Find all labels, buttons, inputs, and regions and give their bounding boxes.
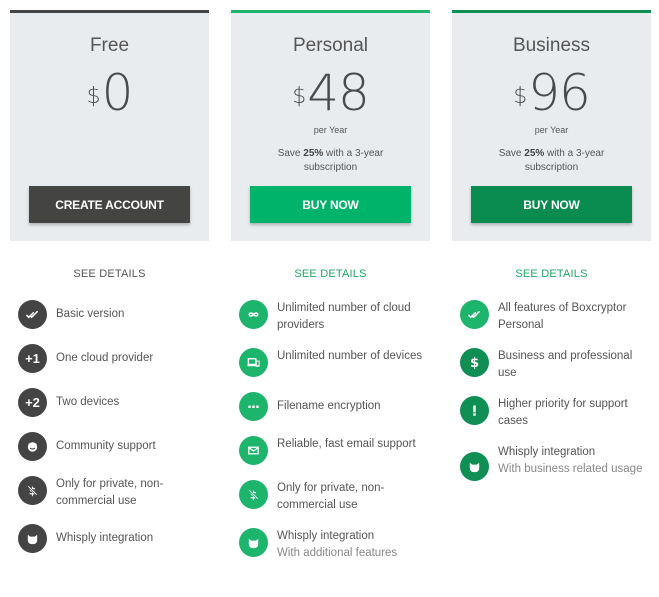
exclamation-icon (460, 396, 489, 425)
price-amount: 0 (101, 64, 134, 122)
double-check-icon (460, 300, 489, 329)
dots-icon (239, 392, 268, 421)
feature-item: Reliable, fast email support (231, 436, 430, 466)
feature-text: Only for private, non-commercial use (56, 478, 164, 507)
whisply-icon (239, 528, 268, 557)
create-account-button[interactable]: CREATE ACCOUNT (29, 186, 190, 223)
feature-item: Basic version (10, 300, 209, 330)
price-amount: 48 (307, 64, 370, 122)
plan-free: Free $0 CREATE ACCOUNT SEE DETAILS Basic… (10, 10, 209, 568)
plan-price: $96 (452, 65, 651, 121)
currency-symbol: $ (86, 84, 101, 109)
plan-card-business: Business $96 per Year Save 25% with a 3-… (452, 10, 651, 241)
feature-text: Whisply integration With business related… (498, 444, 642, 478)
feature-text: Basic version (56, 308, 125, 320)
feature-item: Unlimited number of cloud providers (231, 300, 430, 334)
dollar-icon: $ (460, 348, 489, 377)
no-dollar-icon: $ (18, 476, 47, 505)
see-details-link-business[interactable]: SEE DETAILS (452, 268, 651, 280)
plan-price: $0 (10, 65, 209, 121)
feature-item: Filename encryption (231, 392, 430, 422)
whisply-icon (460, 452, 489, 481)
feature-text: Filename encryption (277, 400, 381, 412)
plan-name: Free (89, 35, 130, 56)
feature-item: Unlimited number of devices (231, 348, 430, 378)
feature-text: Whisply integration With additional featu… (277, 528, 397, 562)
feature-text: One cloud provider (56, 352, 154, 364)
feature-subtext: With business related usage (498, 463, 643, 475)
feature-title: Whisply integration (277, 530, 375, 542)
plan-card-personal: Personal $48 per Year Save 25% with a 3-… (231, 10, 430, 241)
feature-text: Reliable, fast email support (277, 438, 416, 450)
feature-subtext: With additional features (277, 547, 398, 559)
savings-prefix: Save (498, 148, 525, 159)
feature-list-free: Basic version +1 One cloud provider +2 T… (10, 300, 209, 554)
billing-period: per Year (534, 125, 569, 135)
double-check-icon (18, 300, 47, 329)
plan-name: Personal (293, 35, 368, 56)
svg-text:$: $ (470, 356, 479, 370)
feature-item: +1 One cloud provider (10, 344, 209, 374)
currency-symbol: $ (292, 84, 306, 109)
devices-icon (239, 348, 268, 377)
feature-item: $ Only for private, non-commercial use (10, 476, 209, 510)
buy-now-button-business[interactable]: BUY NOW (471, 186, 632, 223)
feature-item: Higher priority for support cases (452, 396, 651, 430)
feature-item: Community support (10, 432, 209, 462)
savings-note: Save 25% with a 3-year subscription (261, 147, 400, 175)
savings-percent: 25% (303, 148, 324, 159)
savings-percent: 25% (524, 148, 545, 159)
feature-text: Only for private, non-commercial use (277, 482, 385, 511)
savings-prefix: Save (277, 148, 304, 159)
feature-item: $ Only for private, non-commercial use (231, 480, 430, 514)
plan-card-free: Free $0 CREATE ACCOUNT (10, 10, 209, 241)
feature-item: +2 Two devices (10, 388, 209, 418)
feature-text: Business and professional use (498, 350, 633, 379)
feature-text: Unlimited number of cloud providers (277, 302, 411, 331)
plus-two-icon: +2 (18, 388, 47, 417)
billing-period: per Year (313, 125, 348, 135)
plus-one-icon: +1 (18, 344, 47, 373)
plan-business: Business $96 per Year Save 25% with a 3-… (452, 10, 651, 495)
feature-item: Whisply integration With business related… (452, 444, 651, 481)
feature-list-business: All features of Boxcryptor Personal $ Bu… (452, 300, 651, 481)
currency-symbol: $ (513, 84, 527, 109)
feature-list-personal: Unlimited number of cloud providers Unli… (231, 300, 430, 562)
feature-item: Whisply integration (10, 524, 209, 554)
whisply-icon (18, 524, 47, 553)
see-details-link-personal[interactable]: SEE DETAILS (231, 268, 430, 280)
feature-item: Whisply integration With additional featu… (231, 528, 430, 562)
price-amount: 96 (528, 64, 591, 122)
see-details-link-free[interactable]: SEE DETAILS (10, 268, 209, 280)
infinity-icon (239, 300, 268, 329)
feature-item: All features of Boxcryptor Personal (452, 300, 651, 334)
plan-name: Business (512, 35, 591, 56)
community-icon (18, 432, 47, 461)
feature-text: All features of Boxcryptor Personal (498, 302, 627, 331)
feature-title: Whisply integration (498, 446, 596, 458)
feature-text: Community support (56, 440, 156, 452)
plan-personal: Personal $48 per Year Save 25% with a 3-… (231, 10, 430, 576)
feature-text: Unlimited number of devices (277, 350, 423, 362)
feature-text: Two devices (56, 396, 120, 408)
plan-price: $48 (231, 65, 430, 121)
mail-icon (239, 436, 268, 465)
feature-item: $ Business and professional use (452, 348, 651, 382)
buy-now-button-personal[interactable]: BUY NOW (250, 186, 411, 223)
feature-text: Higher priority for support cases (498, 398, 628, 427)
feature-text: Whisply integration (56, 532, 154, 544)
savings-note: Save 25% with a 3-year subscription (482, 147, 621, 175)
no-dollar-icon: $ (239, 480, 268, 509)
